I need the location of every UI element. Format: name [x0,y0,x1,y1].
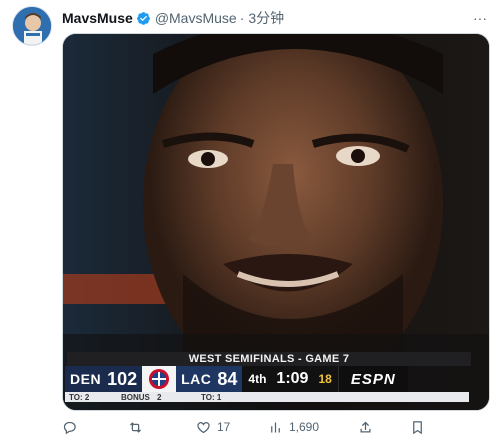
retweet-button[interactable] [128,417,149,437]
game-clock: 4th 1:09 18 [242,366,338,392]
series-title: WEST SEMIFINALS - GAME 7 [67,352,471,366]
period: 4th [248,372,267,386]
scorebug-subline: TO: 2 BONUS 2 TO: 1 [65,392,469,402]
heart-icon [197,421,210,433]
bookmark-icon [413,420,422,434]
views-button[interactable]: 1,690 [268,417,319,437]
share-icon [360,421,371,432]
home-team-abbr: LAC [181,371,212,387]
reply-button[interactable] [62,417,83,437]
share-button[interactable] [358,417,373,437]
verified-badge-icon [136,11,151,26]
reply-icon [63,421,76,434]
away-timeouts: TO: 2 [69,393,90,402]
bonus-number: 2 [157,393,162,402]
clock: 1:09 [276,370,309,387]
bonus-label: BONUS [121,393,150,402]
network-logo: ESPN [337,366,408,392]
home-team: LAC 84 [176,366,243,392]
bookmark-button[interactable] [410,417,425,437]
separator-dot: · [239,10,245,26]
team-logo-icon [142,366,177,392]
views-chart-icon [271,422,280,432]
display-name[interactable]: MavsMuse [62,10,133,26]
away-team: DEN 102 [65,366,143,392]
views-count: 1,690 [289,420,320,434]
network-name: ESPN [350,370,396,388]
score-row: DEN 102 LAC 84 4th 1:09 18 ESPN [65,366,408,392]
away-team-score: 102 [107,368,138,389]
like-button[interactable]: 17 [196,417,230,437]
tweet-media[interactable]: WEST SEMIFINALS - GAME 7 DEN 102 LAC 84 … [62,33,490,411]
handle[interactable]: @MavsMuse [155,10,237,26]
retweet-icon [130,421,141,433]
tweet-actions: 17 1,690 [62,417,490,437]
shot-clock: 18 [318,372,332,386]
away-team-abbr: DEN [70,371,102,387]
home-timeouts: TO: 1 [201,393,222,402]
avatar[interactable] [12,6,52,46]
home-team-score: 84 [217,368,238,389]
tweet-header: MavsMuse @MavsMuse · 3分钟 ··· [62,8,490,28]
like-count: 17 [217,420,231,434]
more-options-icon[interactable]: ··· [470,8,490,28]
scorebug: WEST SEMIFINALS - GAME 7 DEN 102 LAC 84 … [65,350,471,402]
timestamp[interactable]: 3分钟 [248,8,284,28]
